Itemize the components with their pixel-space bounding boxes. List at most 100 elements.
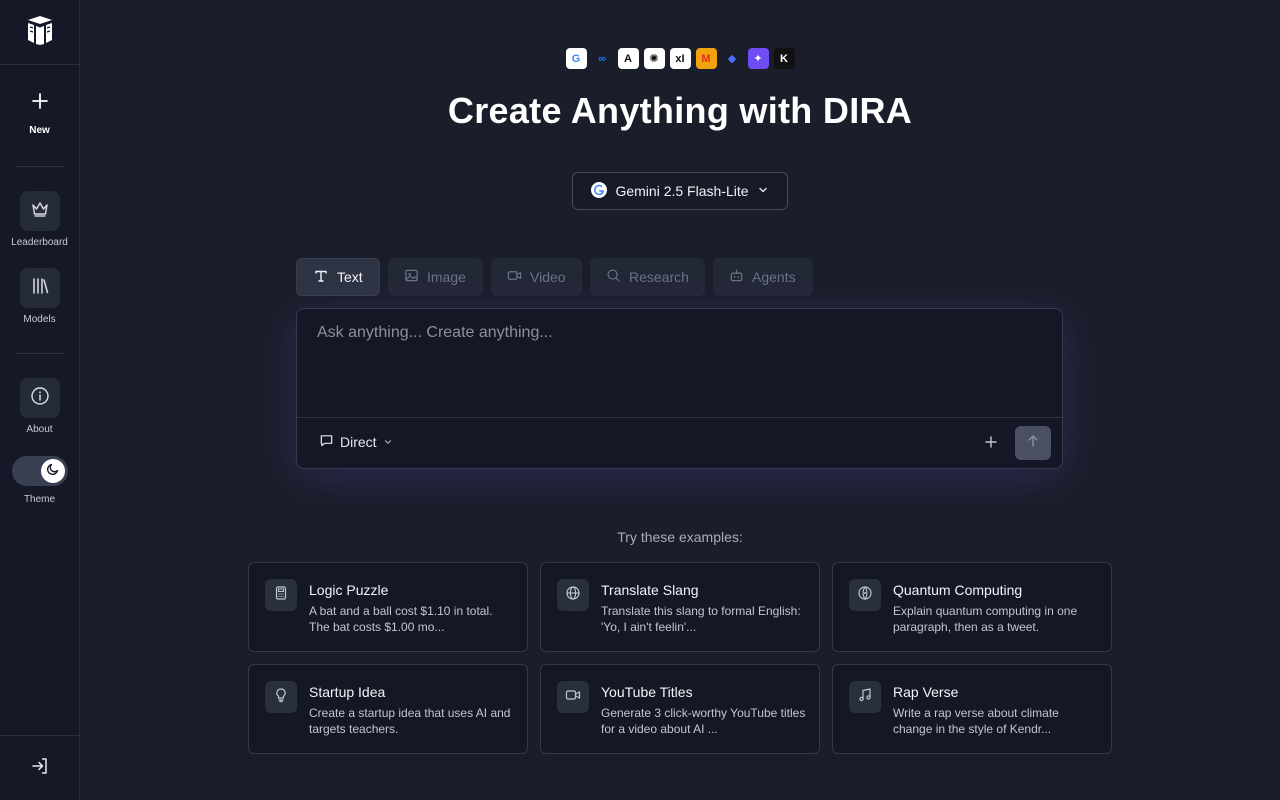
card-icon-box: [557, 579, 589, 611]
about-button[interactable]: About: [0, 378, 79, 435]
card-title: Quantum Computing: [893, 582, 1023, 598]
card-description: Explain quantum computing in one paragra…: [893, 604, 1078, 634]
message-icon: [319, 433, 334, 451]
page-title: Create Anything with DIRA: [447, 90, 913, 131]
card-title: Translate Slang: [601, 582, 699, 598]
lightbulb-icon: [273, 687, 289, 708]
example-card-youtube-titles[interactable]: YouTube Titles Generate 3 click-worthy Y…: [540, 664, 820, 754]
example-card-logic-puzzle[interactable]: Logic Puzzle A bat and a ball cost $1.10…: [248, 562, 528, 652]
globe-icon: [565, 585, 581, 606]
example-card-translate-slang[interactable]: Translate Slang Translate this slang to …: [540, 562, 820, 652]
example-card-quantum-computing[interactable]: Quantum Computing Explain quantum comput…: [832, 562, 1112, 652]
tab-label: Research: [629, 269, 689, 285]
chevron-down-icon: [383, 434, 393, 450]
crown-icon: [30, 199, 50, 224]
theme-toggle[interactable]: [11, 456, 68, 486]
provider-logos: G ∞ A ✺ xI M ◆ ✦ K: [80, 48, 1280, 69]
new-label: New: [29, 125, 50, 136]
card-description: Translate this slang to formal English: …: [601, 604, 801, 634]
card-description: A bat and a ball cost $1.10 in total. Th…: [309, 604, 493, 634]
tab-video[interactable]: Video: [491, 258, 582, 296]
moon-icon: [46, 462, 60, 481]
card-icon-box: [265, 681, 297, 713]
card-description: Create a startup idea that uses AI and t…: [309, 706, 511, 736]
tab-text[interactable]: Text: [296, 258, 380, 296]
send-button[interactable]: [1015, 426, 1051, 460]
example-card-startup-idea[interactable]: Startup Idea Create a startup idea that …: [248, 664, 528, 754]
card-title: Rap Verse: [893, 684, 959, 700]
card-icon-box: [849, 579, 881, 611]
google-icon: [591, 181, 608, 201]
search-icon: [606, 268, 621, 286]
sidebar-bottom: [0, 735, 79, 800]
chevron-down-icon: [757, 183, 769, 199]
mistral-icon: M: [695, 48, 717, 69]
example-card-rap-verse[interactable]: Rap Verse Write a rap verse about climat…: [832, 664, 1112, 754]
deepseek-icon: ◆: [727, 53, 737, 65]
anthropic-icon: A: [617, 48, 639, 69]
login-icon[interactable]: [30, 756, 50, 781]
card-description: Generate 3 click-worthy YouTube titles f…: [601, 706, 806, 736]
theme-knob: [40, 459, 65, 483]
theme-button[interactable]: Theme: [0, 456, 79, 505]
attach-button[interactable]: [981, 434, 1001, 454]
tab-label: Image: [427, 269, 466, 285]
arrow-up-icon: [1026, 434, 1040, 453]
image-icon: [404, 268, 419, 286]
models-icon-box: [19, 268, 60, 308]
video-icon: [507, 268, 522, 286]
logo-area: [0, 0, 79, 65]
card-description: Write a rap verse about climate change i…: [893, 706, 1059, 736]
plus-icon: [27, 88, 53, 119]
atom-icon: [857, 585, 873, 606]
leaderboard-icon-box: [19, 191, 60, 231]
card-title: YouTube Titles: [601, 684, 693, 700]
card-title: Startup Idea: [309, 684, 386, 700]
video-icon: [565, 687, 581, 708]
about-icon-box: [19, 378, 60, 418]
main-content: G ∞ A ✺ xI M ◆ ✦ K Create Anything with DIRA Gem…: [80, 0, 1280, 800]
models-label: Models: [23, 314, 56, 325]
openai-icon: ✺: [643, 48, 665, 69]
dira-logo-icon[interactable]: [25, 15, 55, 50]
tab-label: Text: [337, 269, 363, 285]
tab-research[interactable]: Research: [590, 258, 705, 296]
calculator-icon: [273, 585, 289, 606]
tab-agents[interactable]: Agents: [713, 258, 813, 296]
kimi-icon: K: [773, 48, 795, 69]
bot-icon: [729, 268, 744, 286]
leaderboard-button[interactable]: Leaderboard: [0, 191, 79, 248]
sidebar-divider: [16, 166, 64, 167]
google-icon: G: [565, 48, 587, 69]
models-button[interactable]: Models: [0, 268, 79, 325]
tab-image[interactable]: Image: [388, 258, 483, 296]
qwen-icon: ✦: [747, 48, 769, 69]
tab-label: Agents: [752, 269, 796, 285]
sidebar-divider: [16, 353, 64, 354]
card-icon-box: [265, 579, 297, 611]
new-chat-button[interactable]: New: [0, 88, 79, 136]
meta-icon: ∞: [598, 52, 606, 65]
response-mode-label: Direct: [340, 434, 377, 450]
plus-icon: [984, 435, 998, 454]
response-mode-dropdown[interactable]: Direct: [319, 433, 393, 451]
about-label: About: [26, 424, 53, 435]
leaderboard-label: Leaderboard: [11, 237, 68, 248]
music-icon: [857, 687, 873, 708]
composer-divider: [297, 417, 1062, 418]
theme-label: Theme: [23, 494, 56, 505]
tab-label: Video: [530, 269, 566, 285]
model-selector[interactable]: Gemini 2.5 Flash-Lite: [572, 172, 788, 210]
examples-heading: Try these examples:: [617, 529, 743, 545]
xai-icon: xI: [669, 48, 691, 69]
prompt-input[interactable]: [297, 309, 1062, 417]
library-icon: [30, 276, 50, 301]
text-icon: [313, 268, 329, 287]
card-icon-box: [849, 681, 881, 713]
info-icon: [30, 386, 50, 411]
prompt-composer: Direct: [296, 308, 1063, 469]
card-title: Logic Puzzle: [309, 582, 389, 598]
mode-tabs: Text Image Video Research Agents: [296, 258, 813, 296]
sidebar: New Leaderboard Models About Theme: [0, 0, 80, 800]
card-icon-box: [557, 681, 589, 713]
